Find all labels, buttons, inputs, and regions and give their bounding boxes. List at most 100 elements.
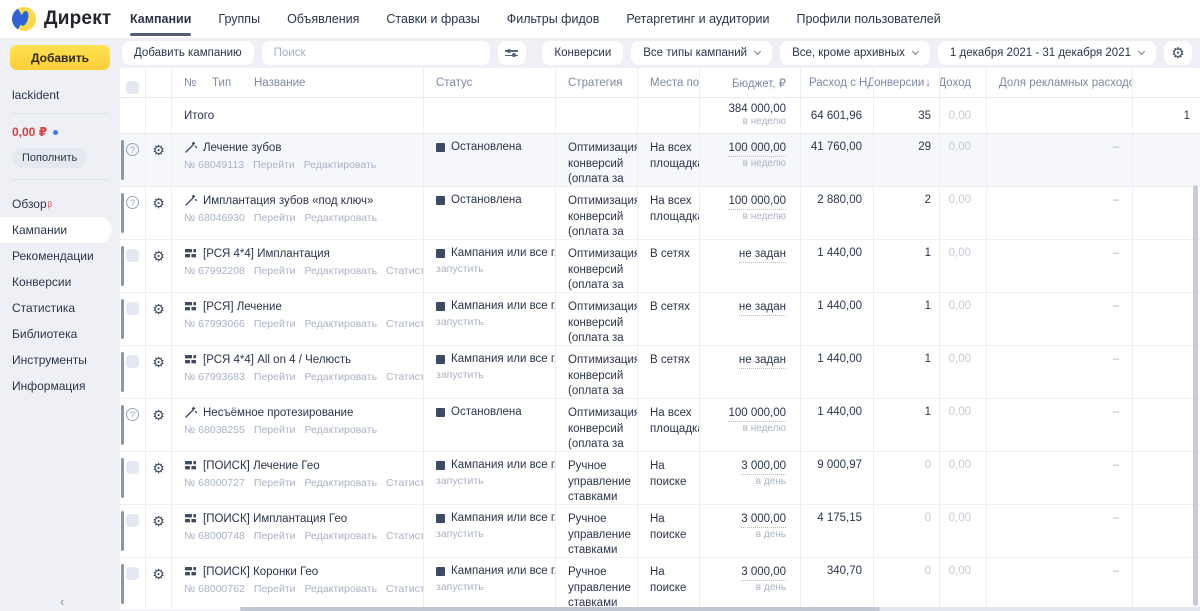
campaign-name[interactable]: Имплантация зубов «под ключ»: [203, 195, 373, 207]
budget-value[interactable]: не задан: [738, 247, 786, 263]
row-checkbox[interactable]: [126, 461, 139, 474]
row-action-link[interactable]: Статистика: [386, 530, 423, 542]
tab-user-profiles[interactable]: Профили пользователей: [796, 0, 940, 38]
vertical-scrollbar[interactable]: [1193, 185, 1198, 606]
row-action-link[interactable]: Перейти: [254, 371, 296, 383]
campaign-name[interactable]: [РСЯ 4*4] All on 4 / Челюсть: [203, 354, 351, 366]
campaign-name[interactable]: Лечение зубов: [203, 142, 281, 154]
row-gear-icon[interactable]: ⚙: [152, 355, 165, 398]
row-action-link[interactable]: Статистика: [386, 371, 423, 383]
row-drag-handle[interactable]: [121, 352, 124, 392]
row-gear-icon[interactable]: ⚙: [152, 567, 165, 610]
sidebar-item-conversions[interactable]: Конверсии: [0, 269, 120, 295]
campaign-name[interactable]: [ПОИСК] Лечение Гео: [203, 460, 320, 472]
select-all-checkbox[interactable]: [126, 80, 139, 94]
tab-campaigns[interactable]: Кампании: [130, 0, 192, 38]
row-action-link[interactable]: Статистика: [386, 583, 423, 595]
row-checkbox[interactable]: [126, 514, 139, 527]
filter-settings-button[interactable]: [497, 41, 526, 65]
row-action-link[interactable]: Редактировать: [305, 318, 378, 330]
row-action-link[interactable]: Перейти: [254, 265, 296, 277]
sidebar-item-information[interactable]: Информация: [0, 373, 120, 399]
budget-value[interactable]: не задан: [738, 353, 786, 369]
start-campaign-link[interactable]: запустить: [436, 316, 555, 328]
row-checkbox[interactable]: [126, 302, 139, 315]
budget-value[interactable]: 3 000,00: [741, 565, 786, 581]
table-settings-button[interactable]: ⚙: [1164, 41, 1192, 65]
budget-value[interactable]: 3 000,00: [741, 459, 786, 475]
row-drag-handle[interactable]: [121, 299, 124, 339]
budget-value[interactable]: 100 000,00: [728, 406, 786, 422]
start-campaign-link[interactable]: запустить: [436, 475, 555, 487]
topup-button[interactable]: Пополнить: [12, 148, 88, 168]
help-icon[interactable]: ?: [126, 408, 139, 421]
tab-groups[interactable]: Группы: [218, 0, 260, 38]
sidebar-item-tools[interactable]: Инструменты: [0, 347, 120, 373]
campaign-name[interactable]: [ПОИСК] Коронки Гео: [203, 566, 318, 578]
row-drag-handle[interactable]: [121, 246, 124, 286]
campaign-name[interactable]: [РСЯ] Лечение: [203, 301, 282, 313]
row-checkbox[interactable]: [126, 249, 139, 262]
row-action-link[interactable]: Редактировать: [305, 265, 378, 277]
add-campaign-button[interactable]: Добавить кампанию: [122, 41, 254, 65]
row-action-link[interactable]: Редактировать: [305, 530, 378, 542]
row-action-link[interactable]: Редактировать: [305, 477, 378, 489]
start-campaign-link[interactable]: запустить: [436, 263, 555, 275]
start-campaign-link[interactable]: запустить: [436, 581, 555, 593]
row-action-link[interactable]: Редактировать: [305, 424, 378, 436]
tab-retargeting[interactable]: Ретаргетинг и аудитории: [626, 0, 769, 38]
search-input[interactable]: Поиск: [261, 41, 490, 65]
row-action-link[interactable]: Статистика: [386, 265, 423, 277]
row-action-link[interactable]: Редактировать: [305, 212, 378, 224]
tab-bids-phrases[interactable]: Ставки и фразы: [386, 0, 479, 38]
row-checkbox[interactable]: [126, 567, 139, 580]
help-icon[interactable]: ?: [126, 196, 139, 209]
row-action-link[interactable]: Редактировать: [305, 371, 378, 383]
budget-value[interactable]: 3 000,00: [741, 512, 786, 528]
row-action-link[interactable]: Перейти: [253, 159, 295, 171]
campaign-name[interactable]: Несъёмное протезирование: [203, 407, 353, 419]
row-action-link[interactable]: Редактировать: [305, 583, 378, 595]
help-icon[interactable]: ?: [126, 143, 139, 156]
row-gear-icon[interactable]: ⚙: [152, 249, 165, 292]
yandex-direct-logo[interactable]: Директ: [12, 7, 111, 31]
row-action-link[interactable]: Перейти: [254, 477, 296, 489]
row-checkbox[interactable]: [126, 355, 139, 368]
row-action-link[interactable]: Статистика: [386, 477, 423, 489]
sidebar-item-overview[interactable]: Обзор β: [0, 191, 120, 217]
row-drag-handle[interactable]: [121, 405, 124, 445]
row-gear-icon[interactable]: ⚙: [152, 461, 165, 504]
row-action-link[interactable]: Перейти: [254, 530, 296, 542]
campaign-name[interactable]: [ПОИСК] Имплантация Гео: [203, 513, 347, 525]
row-gear-icon[interactable]: ⚙: [152, 302, 165, 345]
campaign-type-dropdown[interactable]: Все типы кампаний: [631, 41, 773, 65]
sidebar-item-statistics[interactable]: Статистика: [0, 295, 120, 321]
row-drag-handle[interactable]: [121, 193, 124, 233]
row-gear-icon[interactable]: ⚙: [152, 408, 165, 451]
start-campaign-link[interactable]: запустить: [436, 369, 555, 381]
row-gear-icon[interactable]: ⚙: [152, 196, 165, 239]
row-drag-handle[interactable]: [121, 511, 124, 551]
row-gear-icon[interactable]: ⚙: [152, 514, 165, 557]
sidebar-item-library[interactable]: Библиотека: [0, 321, 120, 347]
horizontal-scrollbar[interactable]: [240, 607, 1200, 611]
row-action-link[interactable]: Перейти: [254, 424, 296, 436]
row-drag-handle[interactable]: [121, 458, 124, 498]
account-name[interactable]: lackident: [12, 88, 108, 102]
row-action-link[interactable]: Статистика: [386, 318, 423, 330]
row-drag-handle[interactable]: [121, 140, 124, 180]
campaign-name[interactable]: [РСЯ 4*4] Имплантация: [203, 248, 330, 260]
archive-filter-dropdown[interactable]: Все, кроме архивных: [780, 41, 930, 65]
row-action-link[interactable]: Перейти: [254, 583, 296, 595]
budget-value[interactable]: 100 000,00: [728, 141, 786, 157]
add-button[interactable]: Добавить: [10, 45, 110, 70]
row-gear-icon[interactable]: ⚙: [152, 143, 165, 186]
date-range-dropdown[interactable]: 1 декабря 2021 - 31 декабря 2021: [937, 41, 1156, 65]
tab-feed-filters[interactable]: Фильтры фидов: [507, 0, 600, 38]
budget-value[interactable]: 100 000,00: [728, 194, 786, 210]
row-drag-handle[interactable]: [121, 564, 124, 604]
start-campaign-link[interactable]: запустить: [436, 528, 555, 540]
col-conversions[interactable]: Конверсии↓: [874, 68, 940, 97]
sidebar-collapse-chevron[interactable]: ‹: [60, 594, 64, 609]
row-action-link[interactable]: Перейти: [254, 318, 296, 330]
